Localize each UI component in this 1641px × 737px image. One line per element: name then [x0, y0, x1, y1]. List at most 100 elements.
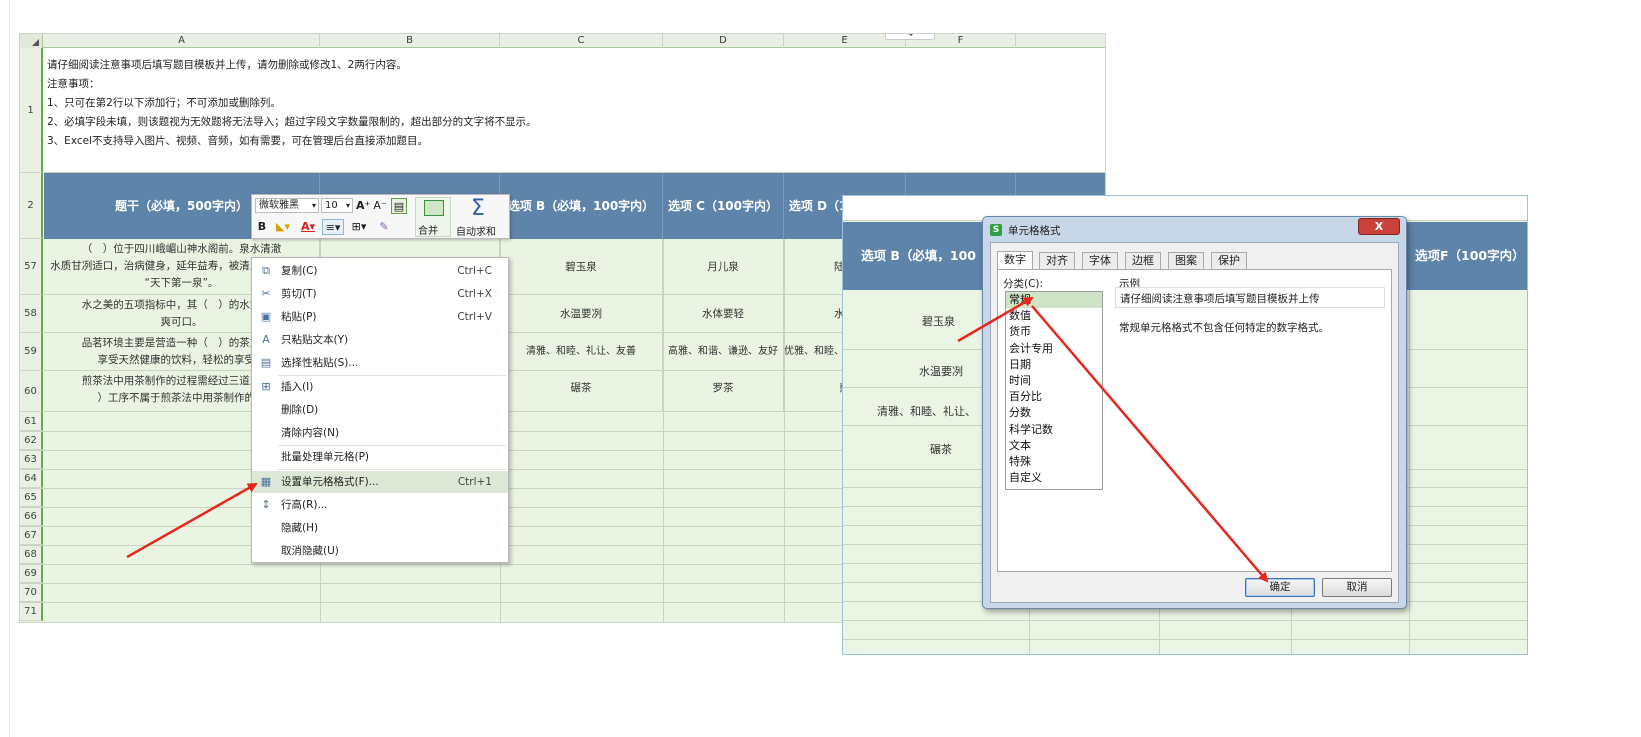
row-header[interactable]: 1: [20, 48, 43, 173]
font-name-select[interactable]: 微软雅黑 ▾: [255, 198, 319, 213]
merge-button[interactable]: 合并: [415, 197, 451, 237]
menu-label: 粘贴(P): [281, 311, 317, 323]
table-cell[interactable]: 高雅、和谐、谦逊、友好: [663, 333, 784, 371]
table-cell[interactable]: 清雅、和睦、礼让、友善: [500, 333, 663, 371]
cell-text: （ ）位于四川峨嵋山神水阁前。泉水清澈: [81, 243, 282, 255]
row-header[interactable]: 71: [20, 602, 43, 621]
autosum-button[interactable]: Σ 自动求和: [455, 196, 507, 238]
category-item[interactable]: 货币: [1006, 324, 1102, 340]
header-cell-option-b[interactable]: 选项 B（必填，100字内）: [500, 173, 663, 239]
merge-label: 合并: [418, 226, 438, 237]
shrink-font-button[interactable]: A⁻: [373, 198, 387, 214]
menu-item-paste-special[interactable]: ▤ 选择性粘贴(S)...: [252, 352, 508, 374]
row-header[interactable]: 59: [20, 333, 43, 371]
notes-cell[interactable]: 请仔细阅读注意事项后填写题目模板并上传，请勿删除或修改1、2两行内容。 注意事项…: [44, 48, 1105, 173]
row-header[interactable]: 60: [20, 371, 43, 412]
row-header[interactable]: 58: [20, 295, 43, 333]
menu-item-unhide[interactable]: 取消隐藏(U): [252, 540, 508, 562]
merge-cells-icon: [424, 200, 444, 216]
fill-color-icon[interactable]: ◣▾: [272, 219, 294, 235]
format-painter-icon[interactable]: ▤: [391, 198, 407, 214]
category-item[interactable]: 分数: [1006, 405, 1102, 421]
column-scroll-dropdown[interactable]: [885, 34, 935, 40]
paste-special-icon: ▤: [260, 356, 272, 369]
menu-shortcut: Ctrl+X: [457, 288, 492, 300]
grow-font-button[interactable]: A⁺: [356, 198, 370, 214]
menu-item-clear[interactable]: 清除内容(N): [252, 422, 508, 444]
row-header[interactable]: 63: [20, 450, 43, 469]
menu-separator: [278, 469, 506, 470]
category-list[interactable]: 常规 数值 货币 会计专用 日期 时间 百分比 分数 科学记数 文本 特殊 自定…: [1005, 291, 1103, 490]
tab-border[interactable]: 边框: [1125, 252, 1161, 269]
category-item[interactable]: 日期: [1006, 357, 1102, 373]
table-cell[interactable]: 罗茶: [663, 371, 784, 412]
menu-item-paste-text[interactable]: A 只粘贴文本(Y): [252, 329, 508, 351]
menu-item-delete[interactable]: 删除(D): [252, 399, 508, 421]
category-item[interactable]: 科学记数: [1006, 422, 1102, 438]
row-header[interactable]: 2: [20, 173, 43, 239]
menu-item-format-cells[interactable]: ▦ 设置单元格格式(F)... Ctrl+1: [252, 471, 508, 493]
row-header[interactable]: 70: [20, 583, 43, 602]
menu-item-row-height[interactable]: ↕ 行高(R)...: [252, 494, 508, 516]
grid-line: [843, 639, 1527, 640]
tab-protection[interactable]: 保护: [1211, 252, 1247, 269]
column-header-c[interactable]: C: [500, 34, 663, 48]
category-item[interactable]: 特殊: [1006, 454, 1102, 470]
table-cell[interactable]: 月儿泉: [663, 239, 784, 295]
font-size-select[interactable]: 10 ▾: [321, 198, 353, 213]
table-cell[interactable]: 水体要轻: [663, 295, 784, 333]
select-all-corner[interactable]: [20, 34, 43, 48]
row-header[interactable]: 67: [20, 526, 43, 545]
bold-button[interactable]: B: [255, 219, 269, 235]
paste-text-icon: A: [262, 333, 270, 346]
menu-item-cut[interactable]: ✂ 剪切(T) Ctrl+X: [252, 283, 508, 305]
menu-item-copy[interactable]: ⧉ 复制(C) Ctrl+C: [252, 260, 508, 282]
menu-item-batch[interactable]: 批量处理单元格(P): [252, 446, 508, 468]
borders-icon[interactable]: ⊞▾: [347, 219, 371, 235]
row-header[interactable]: 64: [20, 469, 43, 488]
font-name-value: 微软雅黑: [259, 200, 299, 211]
dialog-titlebar[interactable]: S 单元格格式 X: [983, 217, 1406, 241]
row-header[interactable]: 69: [20, 564, 43, 583]
column-header-a[interactable]: A: [44, 34, 320, 48]
menu-item-hide[interactable]: 隐藏(H): [252, 517, 508, 539]
row-header[interactable]: 62: [20, 431, 43, 450]
row-header[interactable]: 57: [20, 239, 43, 295]
close-button[interactable]: X: [1358, 218, 1400, 235]
header-cell-option-b[interactable]: 选项 B（必填，100: [861, 222, 976, 290]
column-header-b[interactable]: B: [320, 34, 500, 48]
table-cell[interactable]: 水温要冽: [500, 295, 663, 333]
category-item[interactable]: 文本: [1006, 438, 1102, 454]
tab-alignment[interactable]: 对齐: [1039, 252, 1075, 269]
category-item[interactable]: 时间: [1006, 373, 1102, 389]
header-cell-option-c[interactable]: 选项 C（100字内）: [663, 173, 784, 239]
tab-number[interactable]: 数字: [997, 251, 1033, 270]
column-header-d[interactable]: D: [663, 34, 784, 48]
clear-format-icon[interactable]: ✎: [376, 219, 392, 235]
category-item[interactable]: 百分比: [1006, 389, 1102, 405]
category-item[interactable]: 数值: [1006, 308, 1102, 324]
menu-item-insert[interactable]: ⊞ 插入(I): [252, 376, 508, 398]
table-cell[interactable]: 碧玉泉: [500, 239, 663, 295]
row-header[interactable]: 66: [20, 507, 43, 526]
notes-line: 2、必填字段未填，则该题视为无效题将无法导入；超过字段文字数量限制的，超出部分的…: [47, 116, 537, 128]
tab-font[interactable]: 字体: [1082, 252, 1118, 269]
format-description: 常规单元格格式不包含任何特定的数字格式。: [1119, 322, 1329, 334]
row-header[interactable]: 61: [20, 412, 43, 431]
cancel-button[interactable]: 取消: [1322, 578, 1392, 597]
table-cell[interactable]: 碾茶: [500, 371, 663, 412]
tab-pattern[interactable]: 图案: [1168, 252, 1204, 269]
header-cell-option-f[interactable]: 选项F（100字内）: [1415, 222, 1525, 290]
menu-label: 批量处理单元格(P): [281, 451, 370, 463]
category-item[interactable]: 自定义: [1006, 470, 1102, 486]
font-color-icon[interactable]: A▾: [298, 219, 318, 235]
ok-button[interactable]: 确定: [1245, 578, 1315, 597]
category-item[interactable]: 会计专用: [1006, 341, 1102, 357]
menu-item-paste[interactable]: ▣ 粘贴(P) Ctrl+V: [252, 306, 508, 328]
row-header[interactable]: 65: [20, 488, 43, 507]
row-header[interactable]: 68: [20, 545, 43, 564]
align-center-icon[interactable]: ≡▾: [322, 219, 344, 235]
category-item-general[interactable]: 常规: [1006, 292, 1102, 309]
autosum-label: 自动求和: [456, 227, 496, 238]
app-logo-icon: S: [990, 224, 1002, 236]
